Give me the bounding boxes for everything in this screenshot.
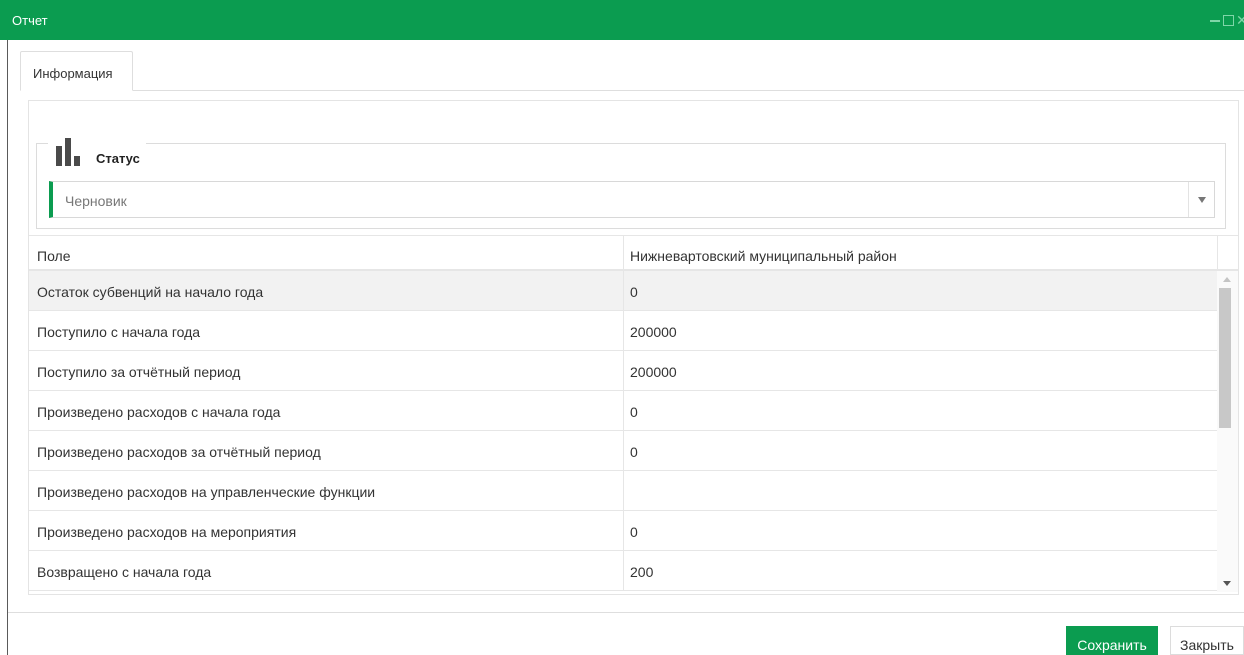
row-field-cell: Остаток субвенций на начало года — [37, 284, 264, 300]
status-label: Статус — [96, 151, 140, 166]
table-row[interactable]: Произведено расходов за отчётный период … — [29, 431, 1217, 471]
row-field-cell: Произведено расходов с начала года — [37, 404, 281, 420]
bar-chart-icon — [54, 136, 90, 168]
window-controls: ✕ — [1209, 13, 1244, 27]
row-value-cell[interactable]: 0 — [630, 444, 638, 460]
save-button[interactable]: Сохранить — [1066, 626, 1158, 655]
cell-divider — [623, 431, 624, 471]
close-icon[interactable]: ✕ — [1236, 14, 1244, 26]
scroll-up-icon[interactable] — [1223, 277, 1231, 282]
row-value-cell[interactable]: 0 — [630, 404, 638, 420]
cell-divider — [623, 471, 624, 511]
window-titlebar: Отчет ✕ — [0, 0, 1244, 40]
column-header-field[interactable]: Поле — [37, 248, 71, 264]
grid-vertical-scrollbar[interactable] — [1217, 271, 1238, 592]
table-row[interactable]: Поступило за отчётный период 200000 — [29, 351, 1217, 391]
cell-divider — [623, 511, 624, 551]
data-grid: Поле Нижневартовский муниципальный район… — [29, 235, 1238, 592]
status-select[interactable]: Черновик — [49, 181, 1215, 218]
table-row[interactable]: Произведено расходов с начала года 0 — [29, 391, 1217, 431]
tab-information[interactable]: Информация — [20, 51, 133, 91]
cell-divider — [623, 311, 624, 351]
table-row[interactable]: Произведено расходов на мероприятия 0 — [29, 511, 1217, 551]
tab-information-label: Информация — [33, 66, 113, 81]
scrollbar-thumb[interactable] — [1219, 288, 1231, 428]
footer-divider — [8, 612, 1244, 613]
table-row[interactable]: Возвращено с начала года 200 — [29, 551, 1217, 591]
window-left-border — [7, 40, 8, 655]
row-value-cell[interactable]: 200000 — [630, 324, 677, 340]
column-header-district[interactable]: Нижневартовский муниципальный район — [630, 248, 897, 264]
row-value-cell[interactable]: 0 — [630, 524, 638, 540]
row-field-cell: Поступило с начала года — [37, 324, 201, 340]
row-field-cell: Произведено расходов за отчётный период — [37, 444, 321, 460]
row-value-cell[interactable]: 0 — [630, 284, 638, 300]
row-field-cell: Произведено расходов на мероприятия — [37, 524, 297, 540]
row-field-cell: Поступило за отчётный период — [37, 364, 241, 380]
cell-divider — [623, 391, 624, 431]
cell-divider — [623, 271, 624, 311]
column-divider — [1217, 236, 1218, 272]
table-row[interactable]: Поступило с начала года 200000 — [29, 311, 1217, 351]
chevron-down-icon[interactable] — [1188, 182, 1214, 217]
table-row[interactable]: Произведено расходов на управленческие ф… — [29, 471, 1217, 511]
close-button[interactable]: Закрыть — [1170, 626, 1244, 655]
grid-header: Поле Нижневартовский муниципальный район — [29, 235, 1238, 272]
scroll-down-icon[interactable] — [1223, 581, 1231, 586]
row-value-cell[interactable]: 200 — [630, 564, 653, 580]
grid-rows: Остаток субвенций на начало года 0 Посту… — [29, 271, 1217, 591]
maximize-icon[interactable] — [1223, 14, 1234, 26]
status-select-value: Черновик — [65, 193, 127, 209]
row-value-cell[interactable]: 200000 — [630, 364, 677, 380]
row-field-cell: Возвращено с начала года — [37, 564, 212, 580]
row-field-cell: Произведено расходов на управленческие ф… — [37, 484, 376, 500]
status-legend: Статус — [48, 124, 146, 168]
minimize-icon[interactable] — [1209, 14, 1221, 26]
tab-strip-divider — [20, 90, 1244, 91]
column-divider — [623, 236, 624, 272]
cell-divider — [623, 351, 624, 391]
window-title: Отчет — [12, 13, 48, 28]
cell-divider — [623, 551, 624, 591]
table-row[interactable]: Остаток субвенций на начало года 0 — [29, 271, 1217, 311]
